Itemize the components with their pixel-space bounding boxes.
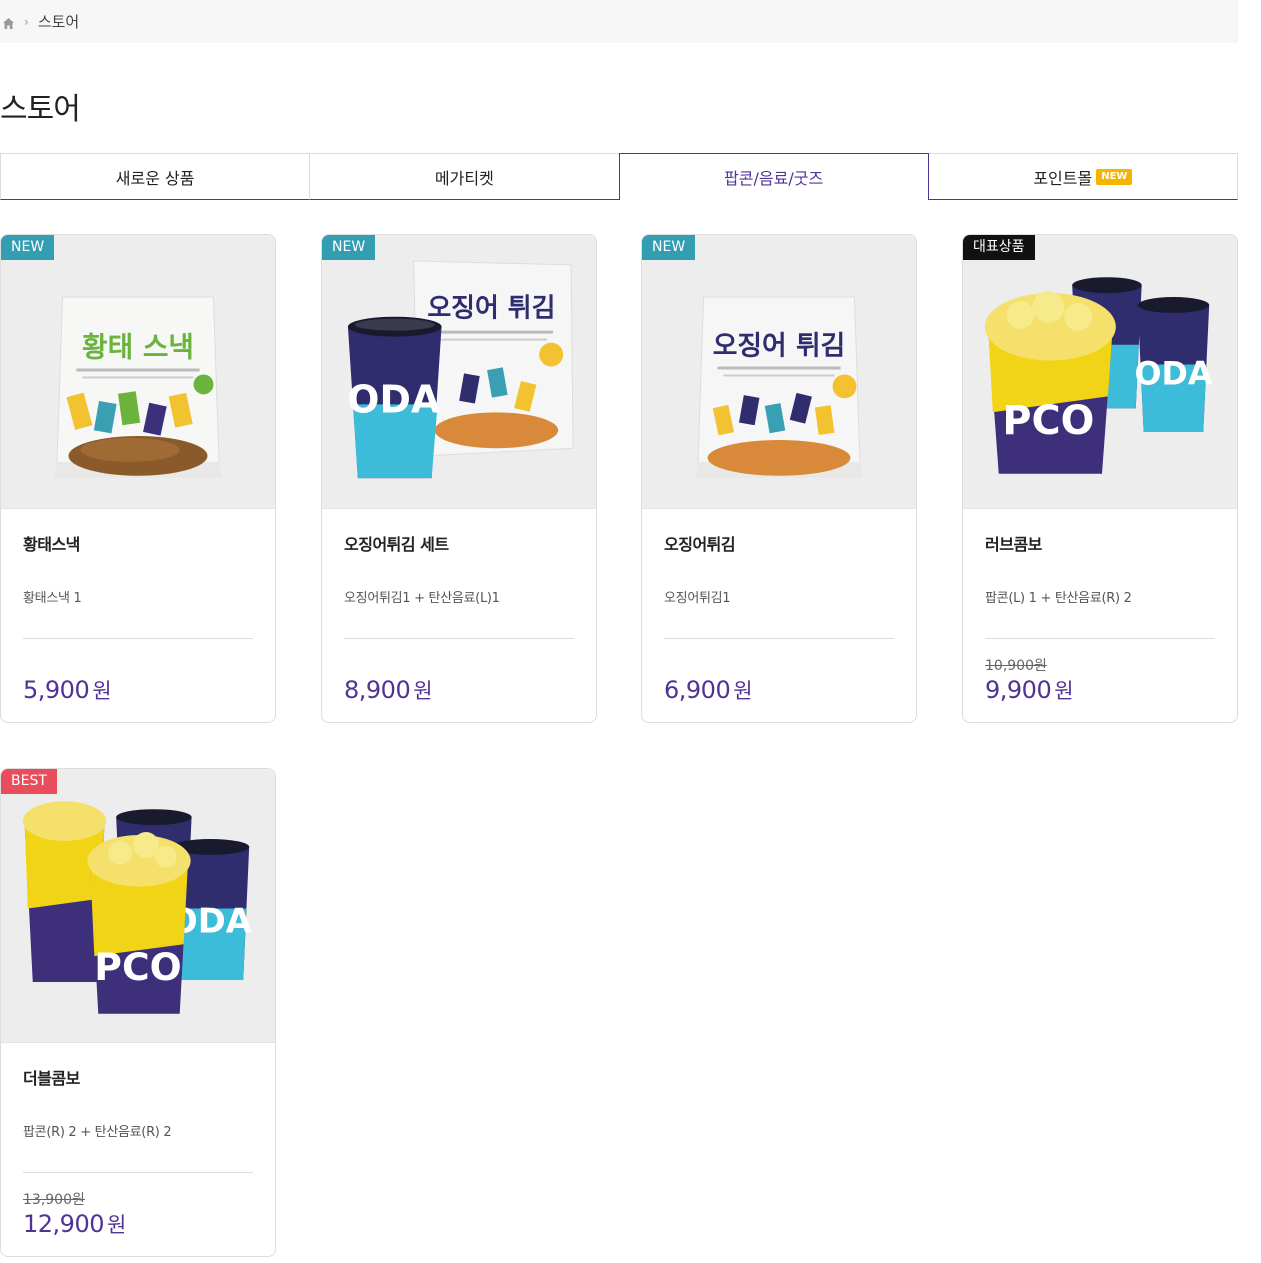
original-price: 10,900원 <box>985 658 1047 674</box>
product-description: 팝콘(L) 1 + 탄산음료(R) 2 <box>985 591 1132 606</box>
new-label: NEW <box>1 235 55 260</box>
svg-text:오징어 튀김: 오징어 튀김 <box>713 331 846 362</box>
svg-text:ODA: ODA <box>347 377 441 421</box>
divider <box>344 638 574 639</box>
product-name: 오징어튀김 세트 <box>344 535 449 554</box>
product-image-squid-set: 오징어 튀김 ODA NEW <box>322 235 596 509</box>
tab-mega-ticket[interactable]: 메가티켓 <box>309 153 619 200</box>
product-image-pollack-snack: 황태 스낵 NEW <box>1 235 275 509</box>
product-name: 황태스낵 <box>23 535 80 554</box>
new-label: NEW <box>642 235 696 260</box>
product-price: 5,900 원 <box>23 676 112 704</box>
original-price: 13,900원 <box>23 1192 85 1208</box>
home-icon[interactable] <box>2 15 15 29</box>
tab-popcorn-drink-goods[interactable]: 팝콘/음료/굿즈 <box>618 153 929 200</box>
svg-text:ODA: ODA <box>1135 356 1213 392</box>
divider <box>23 1172 253 1173</box>
divider <box>664 638 894 639</box>
product-price: 9,900 원 <box>985 676 1074 704</box>
svg-text:황태 스낵: 황태 스낵 <box>82 331 194 364</box>
product-description: 오징어튀김1 + 탄산음료(L)1 <box>344 591 500 606</box>
divider <box>985 638 1215 639</box>
svg-text:오징어 튀김: 오징어 튀김 <box>427 294 555 324</box>
product-price: 12,900 원 <box>23 1210 126 1238</box>
representative-label: 대표상품 <box>963 235 1035 260</box>
new-badge: NEW <box>1096 168 1133 185</box>
divider <box>23 638 253 639</box>
product-image-love-combo: ODA PCO 대표상품 <box>963 235 1237 509</box>
product-name: 러브콤보 <box>985 535 1042 554</box>
svg-text:PCO: PCO <box>94 945 181 989</box>
product-image-double-combo: ODA PCO BEST <box>1 769 275 1043</box>
product-price: 6,900 원 <box>664 676 753 704</box>
breadcrumb-store-link[interactable]: 스토어 <box>38 11 79 32</box>
tab-new-products[interactable]: 새로운 상품 <box>0 153 310 200</box>
product-price: 8,900 원 <box>344 676 433 704</box>
product-description: 황태스낵 1 <box>23 591 82 606</box>
product-image-squid: 오징어 튀김 NEW <box>642 235 916 509</box>
product-card-squid-set[interactable]: 오징어 튀김 ODA NEW 오징어튀김 세트 오징어튀김1 + 탄산음료(L)… <box>321 234 597 723</box>
new-label: NEW <box>322 235 376 260</box>
product-name: 더블콤보 <box>23 1069 80 1088</box>
svg-text:PCO: PCO <box>1002 398 1094 444</box>
category-tabs: 새로운 상품 메가티켓 팝콘/음료/굿즈 포인트몰 NEW <box>0 153 1238 200</box>
best-label: BEST <box>1 769 57 794</box>
breadcrumb: › 스토어 <box>0 0 1238 43</box>
page-title: 스토어 <box>0 92 81 127</box>
product-description: 오징어튀김1 <box>664 591 731 606</box>
product-card-double-combo[interactable]: ODA PCO BEST 더블콤보 팝콘(R) 2 + 탄산음료(R) 2 13… <box>0 768 276 1257</box>
product-name: 오징어튀김 <box>664 535 736 554</box>
product-card-pollack-snack[interactable]: 황태 스낵 NEW 황태스낵 황태스낵 1 5,900 원 <box>0 234 276 723</box>
chevron-right-icon: › <box>24 14 29 29</box>
product-card-love-combo[interactable]: ODA PCO 대표상품 러브콤보 팝콘(L) 1 + 탄산음료(R) 2 10… <box>962 234 1238 723</box>
product-card-squid[interactable]: 오징어 튀김 NEW 오징어튀김 오징어튀김1 6,900 원 <box>641 234 917 723</box>
product-description: 팝콘(R) 2 + 탄산음료(R) 2 <box>23 1125 172 1140</box>
tab-point-mall[interactable]: 포인트몰 NEW <box>928 153 1238 200</box>
